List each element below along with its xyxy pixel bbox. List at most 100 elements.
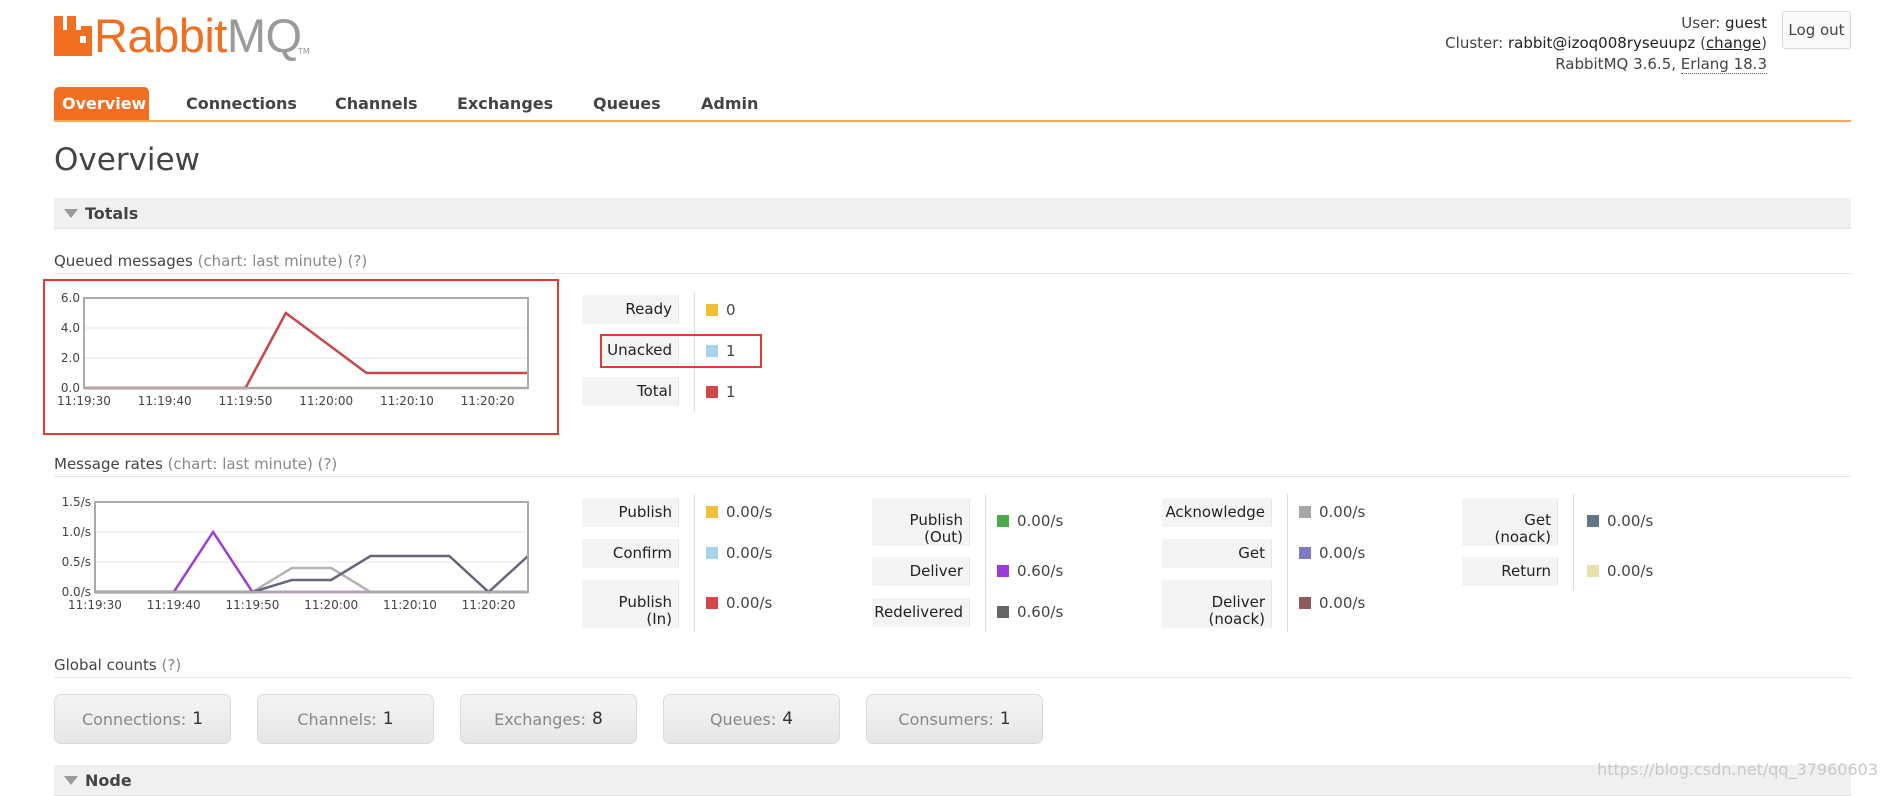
x-tick-label: 11:19:30 (68, 598, 122, 612)
legend-deliver-noack-value: 0.00/s (1299, 594, 1365, 612)
swatch-icon (1587, 565, 1599, 577)
legend-redelivered-label: Redelivered (872, 598, 970, 627)
tab-queues[interactable]: Queues (593, 87, 661, 120)
rabbitmq-logo-icon (54, 16, 92, 56)
legend-ready-value: 0 (706, 301, 736, 319)
global-count-exchanges[interactable]: Exchanges: 8 (460, 694, 637, 744)
rate-value: 0.60/s (1017, 603, 1064, 621)
label-line: (Out) (924, 527, 963, 546)
queued-chart-range-link[interactable]: (chart: last minute) (198, 252, 343, 270)
count-value: 1 (999, 709, 1011, 729)
legend-return-label: Return (1462, 557, 1558, 586)
tab-overview[interactable]: Overview (54, 87, 149, 120)
rate-value: 0.00/s (1607, 562, 1654, 580)
legend-total-label: Total (582, 377, 679, 406)
watermark: https://blog.csdn.net/qq_37960603 (1597, 760, 1878, 779)
cluster-name: rabbit@izoq008ryseuupz (1507, 34, 1696, 52)
message-rates-heading: Message rates (chart: last minute) (?) (54, 455, 337, 473)
legend-publish-out-value: 0.00/s (997, 512, 1063, 530)
legend-confirm-label: Confirm (582, 539, 679, 568)
swatch-icon (706, 386, 718, 398)
header-cluster: Cluster: rabbit@izoq008ryseuupz (change) (1445, 34, 1767, 52)
erlang-version[interactable]: Erlang 18.3 (1680, 55, 1767, 74)
section-totals-label: Totals (85, 204, 139, 223)
count-value: 4 (782, 709, 794, 729)
legend-acknowledge-value: 0.00/s (1299, 503, 1365, 521)
logout-button[interactable]: Log out (1782, 11, 1851, 49)
collapse-triangle-icon (64, 209, 78, 218)
label-line: Deliver (1211, 592, 1265, 611)
tab-connections[interactable]: Connections (186, 87, 297, 120)
legend-confirm-value: 0.00/s (706, 544, 772, 562)
global-count-connections[interactable]: Connections: 1 (54, 694, 231, 744)
highlight-box-chart (43, 279, 559, 435)
logo-trademark: TM (298, 47, 310, 56)
count-label: Channels: (297, 709, 377, 729)
swatch-icon (706, 304, 718, 316)
swatch-icon (997, 606, 1009, 618)
y-tick-label: 0.5/s (62, 555, 91, 569)
swatch-icon (1299, 597, 1311, 609)
rate-value: 0.00/s (726, 544, 773, 562)
global-title: Global counts (54, 656, 157, 674)
swatch-icon (706, 597, 718, 609)
version-text: RabbitMQ 3.6.5, (1555, 55, 1677, 73)
x-tick-label: 11:19:40 (147, 598, 201, 612)
swatch-icon (997, 565, 1009, 577)
global-count-queues[interactable]: Queues: 4 (663, 694, 840, 744)
rates-title: Message rates (54, 455, 163, 473)
queued-help-link[interactable]: (?) (348, 252, 368, 270)
swatch-icon (1299, 547, 1311, 559)
count-label: Consumers: (898, 709, 994, 729)
y-tick-label: 0.0/s (62, 585, 91, 599)
legend-publish-out-label: Publish (Out) (872, 498, 970, 546)
swatch-icon (706, 506, 718, 518)
legend-separator (694, 494, 695, 632)
tab-exchanges[interactable]: Exchanges (457, 87, 553, 120)
count-value: 8 (592, 709, 603, 729)
section-node-label: Node (85, 771, 132, 790)
count-label: Queues: (709, 709, 777, 729)
user-label: User: (1681, 14, 1721, 32)
section-node-header[interactable]: Node (54, 765, 1851, 796)
divider (54, 677, 1851, 678)
x-tick-label: 11:20:20 (462, 598, 516, 612)
swatch-icon (1299, 506, 1311, 518)
highlight-box-unacked (600, 334, 762, 368)
rate-value: 0.60/s (1017, 562, 1064, 580)
label-line: Publish (909, 510, 963, 529)
label-line: Publish (618, 592, 672, 611)
global-help-link[interactable]: (?) (162, 656, 182, 674)
cluster-change-link[interactable]: change (1706, 34, 1761, 52)
count-label: Connections: (81, 709, 187, 729)
ready-count: 0 (726, 301, 736, 319)
rates-chart-range-link[interactable]: (chart: last minute) (168, 455, 313, 473)
tab-channels[interactable]: Channels (335, 87, 418, 120)
legend-get-label: Get (1162, 539, 1272, 568)
swatch-icon (706, 547, 718, 559)
section-totals-header[interactable]: Totals (54, 198, 1851, 229)
divider (54, 476, 1851, 477)
legend-total-value: 1 (706, 383, 736, 401)
queued-messages-heading: Queued messages (chart: last minute) (?) (54, 252, 367, 270)
cluster-label: Cluster: (1445, 34, 1504, 52)
legend-publish-label: Publish (582, 498, 679, 527)
global-count-channels[interactable]: Channels: 1 (257, 694, 434, 744)
legend-return-value: 0.00/s (1587, 562, 1653, 580)
rates-help-link[interactable]: (?) (318, 455, 338, 473)
header-version: RabbitMQ 3.6.5, Erlang 18.3 (1555, 55, 1767, 74)
global-count-consumers[interactable]: Consumers: 1 (866, 694, 1043, 744)
message-rates-chart: 0.0/s 0.5/s 1.0/s 1.5/s 11:19:30 11:19:40 11:1… (52, 490, 552, 620)
tab-admin[interactable]: Admin (701, 87, 758, 120)
legend-publish-value: 0.00/s (706, 503, 772, 521)
rate-value: 0.00/s (726, 503, 773, 521)
user-name: guest (1725, 14, 1767, 32)
legend-separator (1287, 494, 1288, 632)
legend-publish-in-value: 0.00/s (706, 594, 772, 612)
logo-text-rabbit: Rabbit (94, 9, 227, 62)
rate-value: 0.00/s (1319, 594, 1366, 612)
legend-get-noack-label: Get (noack) (1462, 498, 1558, 546)
legend-deliver-label: Deliver (872, 557, 970, 586)
label-line: (noack) (1208, 609, 1265, 628)
rate-value: 0.00/s (1017, 512, 1064, 530)
